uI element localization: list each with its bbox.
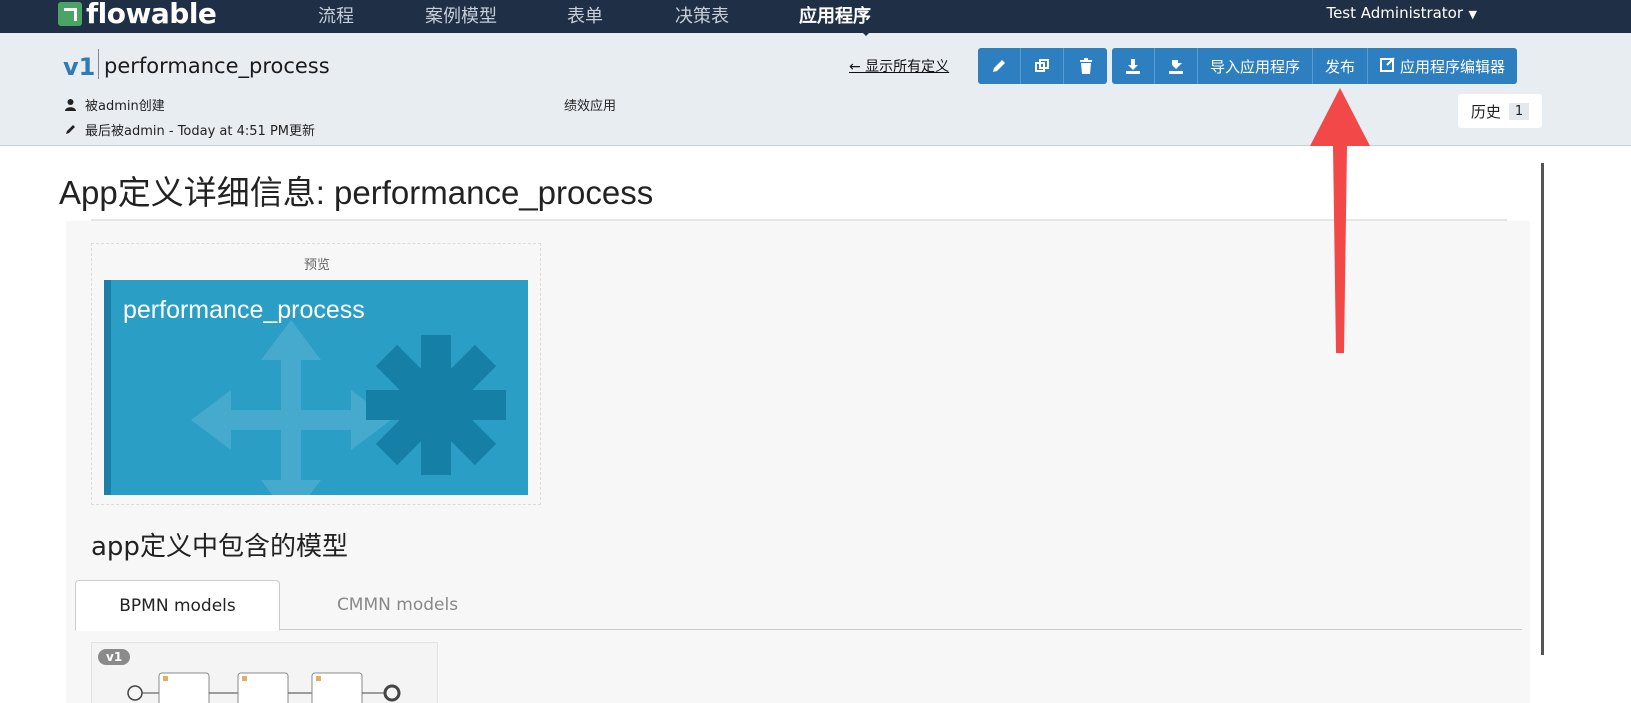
top-navbar: flowable 流程 案例模型 表单 决策表 应用程序 Test Admini… xyxy=(0,0,1631,33)
download-icon xyxy=(1126,59,1140,74)
updated-by-row: 最后被admin - Today at 4:51 PM更新 xyxy=(64,120,315,139)
app-name: performance_process xyxy=(104,54,330,78)
nav-item-apps[interactable]: 应用程序 xyxy=(799,2,871,28)
publish-button[interactable]: 发布 xyxy=(1313,48,1369,84)
models-heading: app定义中包含的模型 xyxy=(91,532,348,562)
preview-box: 预览 performance_process xyxy=(91,243,541,505)
updated-by-text: 最后被admin - Today at 4:51 PM更新 xyxy=(85,124,315,139)
process-diagram xyxy=(127,672,401,703)
copy-button[interactable] xyxy=(1021,48,1064,84)
model-tabs: BPMN models CMMN models xyxy=(75,580,1522,631)
history-label: 历史 xyxy=(1470,102,1501,121)
user-name: Test Administrator xyxy=(1326,4,1464,22)
user-icon xyxy=(65,99,76,111)
app-description: 绩效应用 xyxy=(564,99,617,114)
download-button[interactable] xyxy=(1112,48,1155,84)
export-button[interactable] xyxy=(1155,48,1198,84)
delete-button[interactable] xyxy=(1064,48,1107,84)
upload-icon xyxy=(1169,60,1183,74)
nav-item-case-model[interactable]: 案例模型 xyxy=(425,2,497,28)
page-title: App定义详细信息: performance_process xyxy=(59,174,654,211)
history-count: 1 xyxy=(1508,102,1530,120)
divider xyxy=(98,49,99,79)
chevron-down-icon: ▼ xyxy=(1465,8,1477,21)
nav-item-decision-tables[interactable]: 决策表 xyxy=(675,2,729,28)
tab-bpmn-models[interactable]: BPMN models xyxy=(75,580,280,631)
trash-icon xyxy=(1079,58,1092,74)
asterisk-icon xyxy=(366,335,506,475)
publish-label: 发布 xyxy=(1325,57,1356,76)
scrollbar[interactable] xyxy=(1541,163,1544,655)
copy-icon xyxy=(1035,59,1049,72)
version-label: v1 xyxy=(63,53,96,81)
created-by-text: 被admin创建 xyxy=(85,99,165,114)
edit-button-group xyxy=(978,48,1107,84)
preview-label: 预览 xyxy=(303,258,330,273)
logo-text: flowable xyxy=(86,0,217,30)
annotation-arrow-icon xyxy=(1310,88,1370,353)
title-divider xyxy=(91,219,1507,221)
app-editor-label: 应用程序编辑器 xyxy=(1400,57,1506,76)
background-pattern-icon xyxy=(191,320,391,495)
created-by-row: 被admin创建 xyxy=(64,95,165,114)
flowable-logo[interactable]: flowable xyxy=(58,0,217,30)
tab-cmmn-models[interactable]: CMMN models xyxy=(295,580,500,630)
pencil-icon xyxy=(66,125,75,134)
edit-button[interactable] xyxy=(978,48,1021,84)
import-app-button[interactable]: 导入应用程序 xyxy=(1198,48,1314,84)
app-editor-button[interactable]: 应用程序编辑器 xyxy=(1368,48,1518,84)
nav-item-process[interactable]: 流程 xyxy=(318,2,354,28)
active-nav-caret xyxy=(860,30,872,36)
app-header: v1 performance_process 被admin创建 最后被admin… xyxy=(0,33,1631,146)
app-tile: performance_process xyxy=(104,280,528,495)
pencil-icon xyxy=(993,60,1005,72)
actions-button-group: 导入应用程序 发布 应用程序编辑器 xyxy=(1112,48,1518,84)
history-button[interactable]: 历史 1 xyxy=(1458,94,1542,128)
nav-item-forms[interactable]: 表单 xyxy=(567,2,603,28)
user-menu[interactable]: Test Administrator ▼ xyxy=(1326,4,1477,22)
tile-app-name: performance_process xyxy=(123,296,365,324)
edit-icon xyxy=(1368,56,1400,76)
show-all-definitions-link[interactable]: ← 显示所有定义 xyxy=(849,56,949,76)
bpmn-model-thumbnail[interactable]: v1 xyxy=(91,642,438,703)
flowable-logo-icon xyxy=(58,2,82,26)
import-app-label: 导入应用程序 xyxy=(1210,57,1301,76)
